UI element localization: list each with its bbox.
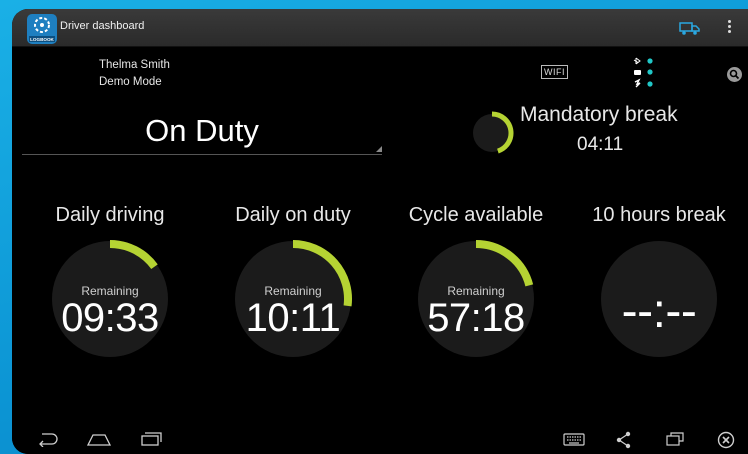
- truck-icon[interactable]: [679, 20, 701, 36]
- system-nav-bar: [12, 424, 748, 454]
- close-icon[interactable]: [717, 431, 735, 449]
- search-icon[interactable]: [727, 67, 742, 82]
- mandatory-break-label: Mandatory break: [520, 103, 678, 126]
- driver-name: Thelma Smith: [99, 59, 170, 71]
- driver-mode: Demo Mode: [99, 76, 162, 88]
- duty-status-value: On Duty: [145, 113, 259, 148]
- device-screen: LOGBOOK Driver dashboard Thelma Smith De…: [12, 9, 748, 454]
- gauge-title: Daily on duty: [235, 204, 351, 226]
- dropdown-arrow-icon: [376, 146, 382, 152]
- gauge-title: 10 hours break: [592, 204, 726, 226]
- logo-text: LOGBOOK: [30, 37, 54, 42]
- gauge-time: 09:33: [61, 296, 159, 340]
- gps-icon: [634, 70, 641, 75]
- ecm-icon: [634, 78, 641, 88]
- gauge-title: Daily driving: [55, 204, 165, 226]
- home-icon[interactable]: [86, 431, 112, 447]
- mandatory-break-time: 04:11: [577, 134, 624, 155]
- logbook-logo-icon[interactable]: LOGBOOK: [26, 13, 58, 45]
- share-icon[interactable]: [615, 431, 633, 449]
- back-icon[interactable]: [36, 431, 60, 447]
- overflow-menu-icon[interactable]: [724, 19, 734, 37]
- mandatory-break-gauge: [473, 111, 514, 154]
- sensor-status-icons: [633, 57, 653, 88]
- wifi-indicator: WIFI: [541, 65, 568, 79]
- gauge-time: --:--: [621, 285, 697, 338]
- action-bar: LOGBOOK Driver dashboard: [12, 9, 748, 47]
- bluetooth-icon: [633, 57, 641, 65]
- gauge-time: 10:11: [245, 296, 341, 340]
- window-icon[interactable]: [665, 431, 685, 447]
- recents-icon[interactable]: [139, 431, 163, 447]
- keyboard-icon[interactable]: [562, 431, 586, 447]
- duty-status-select[interactable]: On Duty: [22, 109, 382, 155]
- gauge-time: 57:18: [427, 296, 525, 340]
- app-title: Driver dashboard: [60, 20, 145, 32]
- gauge-title: Cycle available: [408, 204, 544, 226]
